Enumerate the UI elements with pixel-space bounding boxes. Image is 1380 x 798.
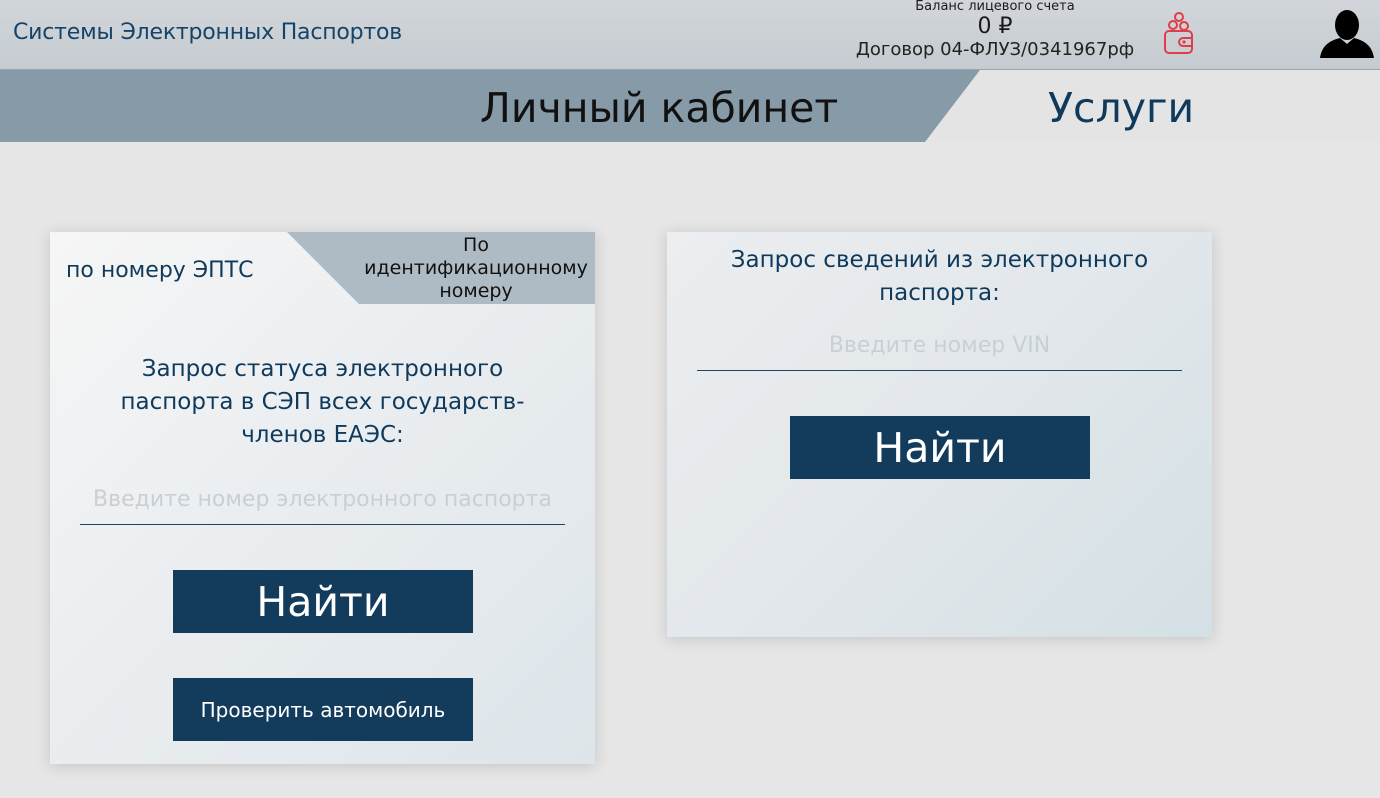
top-header: Системы Электронных Паспортов Баланс лиц… [0,0,1380,70]
epts-number-input[interactable] [80,475,565,525]
find-vin-button[interactable]: Найти [790,416,1090,479]
title-line: Запрос статуса электронного [141,356,504,382]
subtab-by-epts-number[interactable]: по номеру ЭПТС [66,258,254,283]
vin-request-panel: Запрос сведений из электронного паспорта… [667,232,1212,637]
main-tabs: Личный кабинет Услуги [0,70,1380,142]
tab-personal-cabinet[interactable]: Личный кабинет [480,84,838,132]
balance-block: Баланс лицевого счета 0 ₽ Договор 04-ФЛУ… [840,0,1150,60]
balance-amount: 0 ₽ [977,14,1013,39]
subtab-by-id-line: идентификационному [364,257,588,279]
vin-request-title: Запрос сведений из электронного паспорта… [667,244,1212,310]
subtab-by-id-line: По [463,234,489,256]
title-line: паспорта в СЭП всех государств- [120,389,525,415]
title-line: Запрос сведений из электронного [730,247,1149,273]
subtab-by-id-number[interactable]: По идентификационному номеру [350,234,602,303]
vin-input[interactable] [697,321,1182,371]
wallet-icon[interactable] [1160,8,1196,60]
subtab-by-id-line: номеру [439,280,513,302]
tab-services[interactable]: Услуги [1048,84,1194,132]
epts-status-panel: по номеру ЭПТС По идентификационному ном… [50,232,595,764]
title-line: членов ЕАЭС: [241,422,404,448]
title-line: паспорта: [879,280,1000,306]
user-avatar-icon[interactable] [1318,8,1376,60]
status-request-title: Запрос статуса электронного паспорта в С… [50,353,595,452]
brand-title[interactable]: Системы Электронных Паспортов [13,20,402,45]
balance-label: Баланс лицевого счета [915,0,1075,14]
check-car-button[interactable]: Проверить автомобиль [173,678,473,741]
find-button[interactable]: Найти [173,570,473,633]
contract-number: Договор 04-ФЛУЗ/0341967рф [855,39,1135,60]
